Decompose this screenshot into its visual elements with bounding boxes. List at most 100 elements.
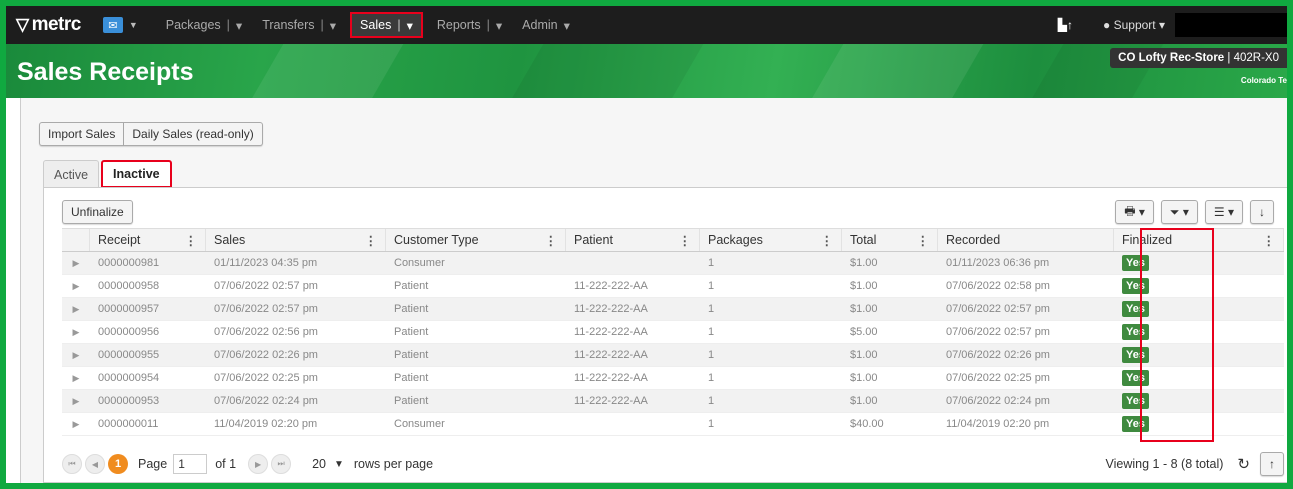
transfer-alert-icon[interactable]: ▙↑ [1058,18,1073,32]
tab-active[interactable]: Active [43,160,100,188]
cell-packages: 1 [708,280,715,292]
cell-customer-type: Patient [394,280,429,292]
cell-packages: 1 [708,395,715,407]
expand-row-icon[interactable]: ▶ [62,321,90,343]
cell-packages: 1 [708,257,715,269]
column-menu-icon[interactable]: ⋮ [821,233,834,248]
cell-receipt: 0000000011 [98,418,159,430]
chevron-down-icon: ▾ [329,18,337,33]
cell-finalized: Yes [1114,275,1284,297]
tab-inactive[interactable]: Inactive [101,160,172,188]
import-sales-button[interactable]: Import Sales [39,122,125,146]
cell-customer-type: Patient [394,326,429,338]
cell-patient: 11-222-222-AA [574,280,648,292]
column-menu-icon[interactable]: ⋮ [917,233,930,248]
receipts-grid: Receipt ⋮ Sales ⋮ Customer Type ⋮ Patient ⋮ … [62,228,1284,442]
cell-receipt: 0000000954 [98,372,160,384]
nav-sales-label: Sales [360,18,392,32]
table-row[interactable]: ▶ 0000000981 01/11/2023 04:35 pm Consumer 1 $… [62,252,1284,275]
chevron-down-icon: ▾ [1158,18,1165,32]
expand-row-icon[interactable]: ▶ [62,390,90,412]
expand-row-icon[interactable]: ▶ [62,298,90,320]
arrow-up-icon: ↑ [1269,457,1275,471]
app-frame: ▽ metrc ✉ ▼ Packages | ▾ Transfers | ▾ Sales… [6,6,1287,483]
expand-row-icon[interactable]: ▶ [62,252,90,274]
cell-patient [566,252,700,274]
finalized-badge: Yes [1122,301,1149,317]
next-page-button[interactable]: ▶ [248,454,269,474]
col-patient[interactable]: Patient ⋮ [566,229,700,251]
nav-packages-label: Packages [165,18,221,32]
col-receipt[interactable]: Receipt ⋮ [90,229,206,251]
expand-row-icon[interactable]: ▶ [62,413,90,435]
column-menu-icon[interactable]: ⋮ [1263,233,1276,248]
cell-packages: 1 [708,418,715,430]
daily-sales-button[interactable]: Daily Sales (read-only) [124,122,263,146]
cell-customer-type: Patient [394,349,429,361]
table-row[interactable]: ▶ 0000000953 07/06/2022 02:24 pm Patient 11-… [62,390,1284,413]
table-row[interactable]: ▶ 0000000011 11/04/2019 02:20 pm Consumer 1 $… [62,413,1284,436]
col-label: Packages [708,233,763,247]
col-label: Total [850,233,877,247]
expand-row-icon[interactable]: ▶ [62,367,90,389]
viewing-summary: Viewing 1 - 8 (8 total) [1105,457,1224,471]
rows-per-page-label: rows per page [353,457,434,471]
col-recorded[interactable]: Recorded [938,229,1114,251]
user-menu-redacted[interactable] [1175,13,1287,37]
col-sales[interactable]: Sales ⋮ [206,229,386,251]
col-finalized[interactable]: Finalized ⋮ [1114,229,1284,251]
refresh-icon[interactable]: ↻ [1237,455,1250,473]
page-size-value: 20 [312,457,326,471]
cell-total: $1.00 [850,372,878,384]
scroll-top-button[interactable]: ↑ [1260,452,1284,476]
nav-transfers-label: Transfers [262,18,315,32]
cell-recorded: 07/06/2022 02:57 pm [946,326,1050,338]
page-label: Page [138,457,168,471]
cell-receipt: 0000000957 [98,303,160,315]
nav-reports[interactable]: Reports | ▾ [427,6,512,44]
mail-caret-icon[interactable]: ▼ [129,20,138,30]
table-row[interactable]: ▶ 0000000956 07/06/2022 02:56 pm Patient 11-… [62,321,1284,344]
expand-row-icon[interactable]: ▶ [62,344,90,366]
column-menu-icon[interactable]: ⋮ [365,233,378,248]
nav-transfers[interactable]: Transfers | ▾ [252,6,346,44]
table-row[interactable]: ▶ 0000000957 07/06/2022 02:57 pm Patient 11-… [62,298,1284,321]
cell-finalized: Yes [1114,252,1284,274]
nav-reports-label: Reports [436,18,481,32]
nav-sales[interactable]: Sales | ▾ [350,12,423,38]
metrc-logo[interactable]: ▽ metrc [16,14,81,36]
last-page-button[interactable]: ⏭ [271,454,292,474]
support-menu[interactable]: ● Support ▾ [1103,18,1165,32]
first-page-button[interactable]: ⏮ [62,454,82,474]
cell-receipt: 0000000955 [98,349,160,361]
table-row[interactable]: ▶ 0000000955 07/06/2022 02:26 pm Patient 11-… [62,344,1284,367]
col-customer-type[interactable]: Customer Type ⋮ [386,229,566,251]
unfinalize-button[interactable]: Unfinalize [62,200,133,224]
cell-sales: 07/06/2022 02:24 pm [214,395,318,407]
prev-page-button[interactable]: ◀ [85,454,105,474]
cell-total: $40.00 [850,418,884,430]
table-row[interactable]: ▶ 0000000954 07/06/2022 02:25 pm Patient 11-… [62,367,1284,390]
col-total[interactable]: Total ⋮ [842,229,938,251]
page-size-select[interactable]: 20 ▼ rows per page [312,457,433,471]
columns-button[interactable]: ☰ ▾ [1204,200,1243,224]
column-menu-icon[interactable]: ⋮ [679,233,692,248]
expand-row-icon[interactable]: ▶ [62,275,90,297]
mail-icon[interactable]: ✉ [102,17,123,33]
nav-admin[interactable]: Admin ▾ [512,6,580,44]
download-button[interactable]: ↓ [1250,200,1274,224]
table-row[interactable]: ▶ 0000000958 07/06/2022 02:57 pm Patient 11-… [62,275,1284,298]
nav-packages[interactable]: Packages | ▾ [156,6,252,44]
cell-recorded: 07/06/2022 02:25 pm [946,372,1050,384]
current-page-indicator[interactable]: 1 [108,454,128,474]
print-button[interactable]: 🖶 ▾ [1115,200,1154,224]
support-label: Support [1113,18,1156,32]
filter-button[interactable]: ⏷ ▾ [1160,200,1198,224]
facility-selector[interactable]: CO Lofty Rec-Store | 402R-X0 [1110,48,1287,68]
col-packages[interactable]: Packages ⋮ [700,229,842,251]
page-number-input[interactable]: 1 [173,454,208,474]
main-content: Import Sales Daily Sales (read-only) Act… [20,98,1287,483]
column-menu-icon[interactable]: ⋮ [545,233,558,248]
column-menu-icon[interactable]: ⋮ [185,233,198,248]
col-label: Recorded [946,233,1001,247]
